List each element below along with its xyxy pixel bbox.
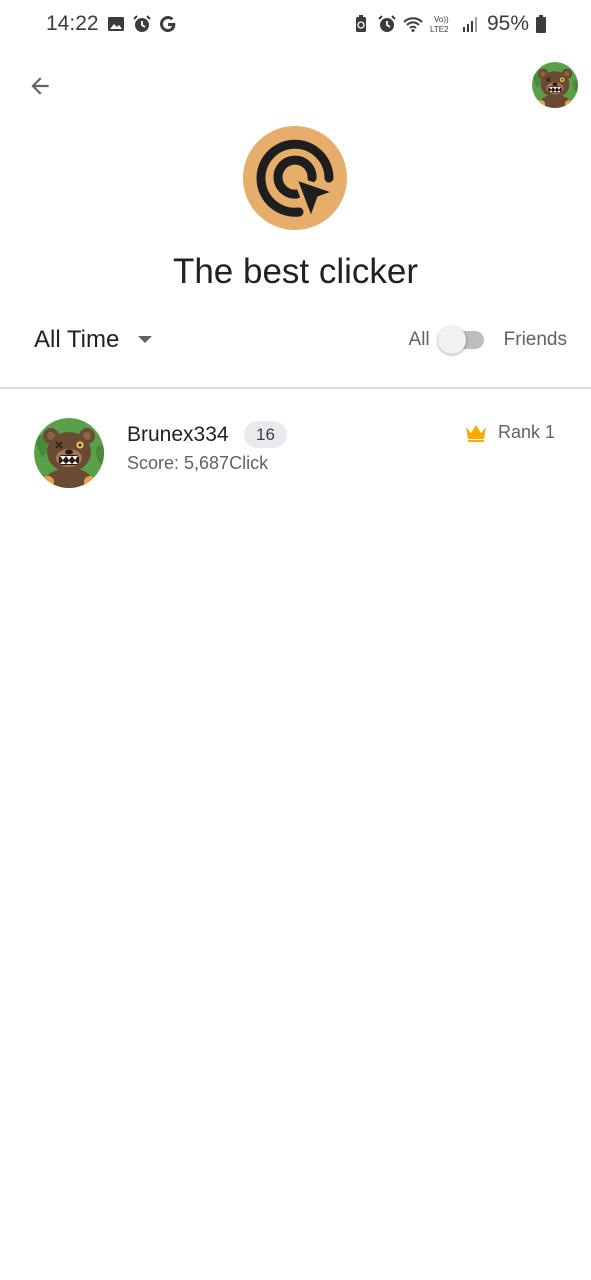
- status-time: 14:22: [46, 12, 99, 35]
- time-range-dropdown[interactable]: All Time: [34, 322, 153, 358]
- bear-avatar-icon: [34, 418, 104, 488]
- volte-icon: Vo)) LTE2: [430, 15, 449, 34]
- gallery-icon: [108, 17, 124, 31]
- dropdown-arrow-icon: [138, 336, 153, 343]
- battery-percent: 95%: [486, 12, 529, 35]
- rank-indicator: Rank 1: [464, 422, 555, 443]
- bear-avatar-icon: [532, 62, 578, 108]
- level-badge: 16: [244, 421, 287, 448]
- arrow-back-icon: [31, 77, 49, 95]
- alarm-icon: [133, 15, 151, 32]
- toggle-label-friends: Friends: [503, 329, 567, 350]
- toggle-label-all: All: [408, 329, 430, 350]
- status-right-icons: Vo)) LTE2 95%: [351, 12, 547, 36]
- battery-icon: [536, 15, 546, 33]
- player-avatar-button[interactable]: [532, 62, 578, 108]
- svg-text:LTE2: LTE2: [430, 25, 449, 34]
- leaderboard-row[interactable]: Brunex334 16 Score: 5,687Click Rank 1: [0, 410, 591, 500]
- click-target-icon: [243, 126, 347, 230]
- rank-label: Rank 1: [497, 422, 555, 442]
- divider: [0, 387, 591, 389]
- back-button[interactable]: [20, 66, 60, 106]
- status-left-icons: [106, 12, 178, 36]
- toggle-thumb: [437, 326, 466, 354]
- battery-saver-icon: [355, 15, 366, 32]
- status-bar: 14:22 Vo)) LTE2 95%: [0, 0, 591, 48]
- time-range-label: All Time: [34, 326, 120, 353]
- crown-icon: [465, 424, 486, 442]
- player-name: Brunex334: [127, 423, 229, 446]
- google-icon: [160, 16, 176, 32]
- avatar: [34, 418, 104, 488]
- friends-toggle-group: All Friends: [409, 322, 567, 358]
- player-score: Score: 5,687Click: [127, 453, 269, 473]
- wifi-icon: [403, 17, 423, 32]
- friends-toggle-switch[interactable]: [437, 322, 490, 358]
- alarm-icon: [378, 15, 396, 32]
- game-icon: [243, 126, 347, 230]
- svg-text:Vo)): Vo)): [434, 15, 449, 24]
- signal-icon: [462, 17, 477, 32]
- game-title: The best clicker: [172, 252, 419, 291]
